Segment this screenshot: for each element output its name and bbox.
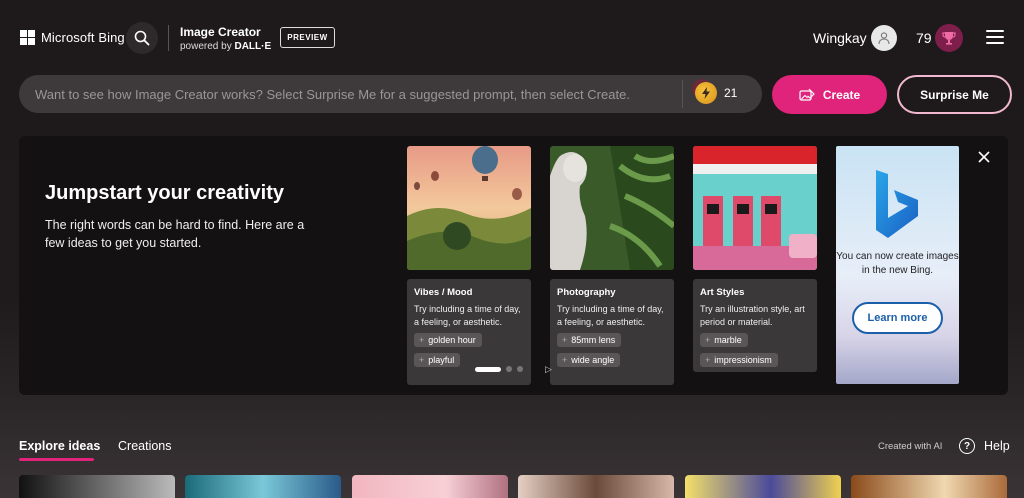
carousel-pagination (475, 366, 523, 372)
boosts-counter[interactable]: 21 (695, 82, 737, 104)
explore-thumbnail[interactable] (19, 475, 175, 498)
promo-text: You can now create images in the new Bin… (836, 251, 959, 276)
jumpstart-description: The right words can be hard to find. Her… (45, 218, 305, 250)
tab-explore-ideas[interactable]: Explore ideas (19, 439, 100, 453)
card-title: Vibes / Mood (414, 287, 473, 298)
hamburger-menu-icon[interactable] (986, 30, 1004, 44)
boost-lightning-icon (695, 82, 717, 104)
user-name[interactable]: Wingkay (813, 30, 867, 46)
prompt-input[interactable] (35, 75, 675, 113)
bing-logo-link[interactable]: Microsoft Bing (20, 30, 125, 45)
created-with-ai-label: Created with AI (878, 441, 943, 452)
chip-marble[interactable]: + marble (700, 333, 748, 347)
surprise-me-button[interactable]: Surprise Me (897, 75, 1012, 114)
microsoft-logo-icon (20, 30, 35, 45)
create-button-label: Create (822, 87, 861, 102)
product-title[interactable]: Image Creator (180, 25, 261, 39)
plus-icon: + (562, 335, 568, 345)
boosts-count: 21 (724, 86, 738, 100)
create-image-icon (799, 88, 815, 101)
rewards-points[interactable]: 79 (916, 30, 932, 46)
tab-creations[interactable]: Creations (118, 439, 172, 453)
search-button[interactable] (126, 22, 158, 54)
plus-icon: + (419, 355, 425, 365)
vibes-mood-image[interactable] (407, 146, 531, 270)
preview-badge: PREVIEW (280, 27, 335, 48)
chip-playful[interactable]: + playful (414, 353, 461, 367)
learn-more-button[interactable]: Learn more (852, 302, 943, 334)
plus-icon: + (562, 355, 568, 365)
explore-thumbnail[interactable] (352, 475, 508, 498)
product-subtitle: powered by DALL·E (180, 41, 272, 52)
brand-name: Microsoft Bing (41, 30, 125, 45)
explore-thumbnail[interactable] (685, 475, 841, 498)
carousel-dot[interactable] (506, 366, 512, 372)
card-description: Try including a time of day, a feeling, … (557, 304, 664, 327)
close-icon[interactable] (976, 149, 992, 165)
explore-thumbnail[interactable] (518, 475, 674, 498)
carousel-dot[interactable] (517, 366, 523, 372)
jumpstart-title: Jumpstart your creativity (45, 182, 284, 204)
art-styles-image[interactable] (693, 146, 817, 270)
plus-icon: + (705, 335, 711, 345)
card-description: Try an illustration style, art period or… (700, 304, 805, 327)
create-button[interactable]: Create (772, 75, 887, 114)
carousel-dot-active[interactable] (475, 366, 501, 372)
help-link[interactable]: Help (984, 439, 1010, 453)
new-bing-promo: You can now create images in the new Bin… (836, 146, 959, 384)
plus-icon: + (419, 335, 425, 345)
carousel-next-icon[interactable]: ▷ (545, 364, 552, 375)
photography-card: Photography Try including a time of day,… (550, 279, 674, 385)
chip-golden-hour[interactable]: + golden hour (414, 333, 482, 347)
card-title: Art Styles (700, 287, 745, 298)
bing-logo-icon (876, 170, 918, 238)
plus-icon: + (705, 355, 711, 365)
active-tab-indicator (19, 458, 94, 461)
chip-wide-angle[interactable]: + wide angle (557, 353, 621, 367)
header: Microsoft Bing Image Creator powered by … (0, 0, 1024, 74)
search-icon (134, 30, 150, 46)
rewards-trophy-icon[interactable] (935, 24, 963, 52)
prompt-divider (682, 80, 683, 108)
user-avatar-icon[interactable] (871, 25, 897, 51)
prompt-bar: 21 (19, 75, 762, 113)
card-description: Try including a time of day, a feeling, … (414, 304, 521, 327)
header-divider (168, 25, 169, 51)
explore-thumbnail[interactable] (185, 475, 341, 498)
chip-85mm-lens[interactable]: +85mm lens (557, 333, 622, 347)
photography-image[interactable] (550, 146, 674, 270)
explore-thumbnail[interactable] (851, 475, 1007, 498)
art-styles-card: Art Styles Try an illustration style, ar… (693, 279, 817, 372)
help-icon[interactable]: ? (959, 438, 975, 454)
card-title: Photography (557, 287, 616, 298)
chip-impressionism[interactable]: + impressionism (700, 353, 778, 367)
